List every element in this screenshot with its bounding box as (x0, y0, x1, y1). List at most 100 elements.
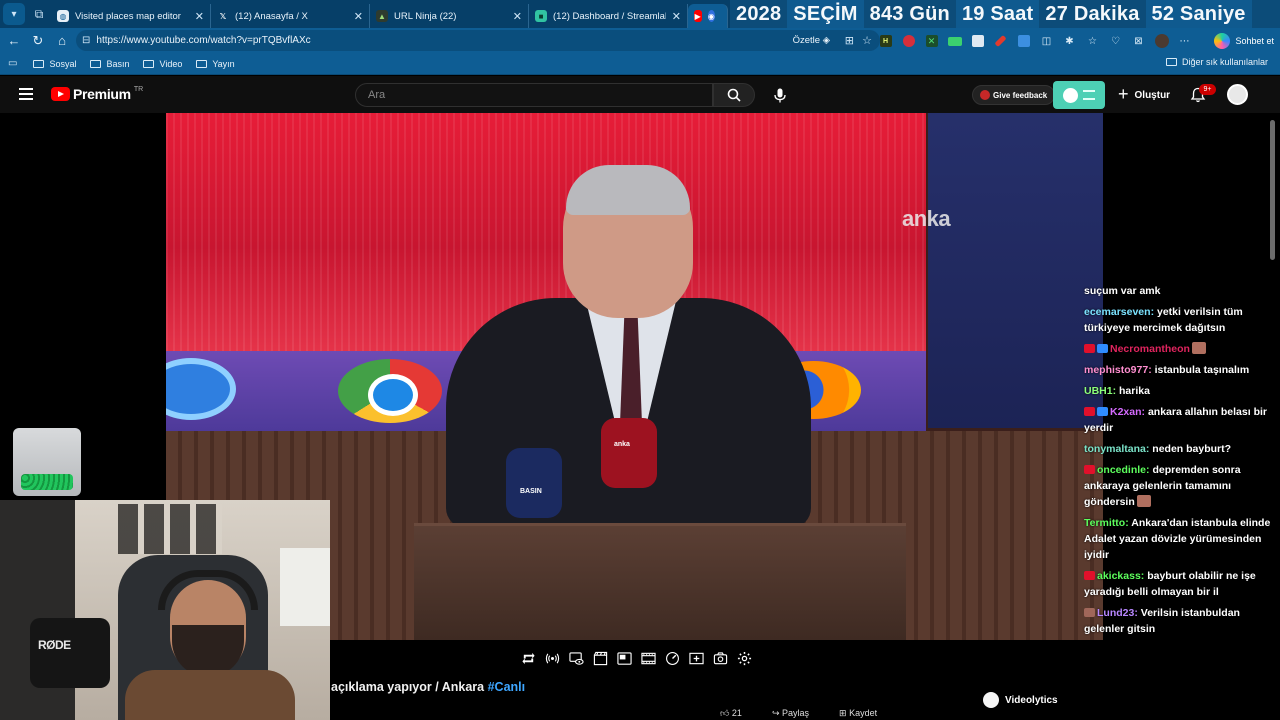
other-bookmarks[interactable]: Diğer sık kullanılanlar (1165, 57, 1268, 67)
press-microphone-red (601, 418, 657, 488)
chat-message: Termitto: Ankara'dan istanbula elinde Ad… (1084, 515, 1276, 563)
tab-streamlabs[interactable]: ■ (12) Dashboard / Streamlabs ✕ (529, 4, 688, 28)
player-extension-controls (518, 648, 754, 668)
bookmark-folder-basin[interactable]: Basın (90, 59, 129, 69)
chat-badge-icon (1084, 465, 1095, 474)
chrome-logo-icon (338, 359, 442, 423)
address-bar[interactable]: ⊟ https://www.youtube.com/watch?v=prTQBv… (76, 30, 880, 51)
youtube-logo[interactable]: Premium TR (51, 86, 143, 102)
more-menu-icon[interactable]: ⋯ (1175, 32, 1194, 51)
chat-username[interactable]: oncedinle (1097, 464, 1146, 476)
close-tab-icon[interactable]: ✕ (513, 10, 522, 23)
microphone-brand: RØDE (38, 638, 71, 652)
give-feedback-button[interactable]: Give feedback (972, 85, 1056, 105)
podium (414, 523, 906, 640)
extension-green-badge-icon[interactable] (945, 32, 964, 51)
arrow-left-icon: ← (7, 33, 21, 48)
home-button[interactable]: ⌂ (50, 29, 74, 53)
extension-screenshot-icon[interactable] (968, 32, 987, 51)
chat-message: akickass: bayburt olabilir ne işe yaradı… (1084, 568, 1276, 600)
videolytics-button[interactable]: Videolytics (983, 692, 1058, 708)
page-scrollbar[interactable] (1270, 120, 1275, 260)
search-input[interactable]: Ara (355, 83, 713, 107)
video-hashtag-link[interactable]: #Canlı (488, 680, 526, 694)
tab-list-dropdown[interactable]: ▾ (3, 3, 25, 25)
chat-username[interactable]: ecemarseven (1084, 306, 1151, 318)
account-avatar[interactable] (1227, 84, 1248, 105)
workspaces-button[interactable]: ⧉ (27, 3, 51, 25)
site-info-icon[interactable]: ⊟ (82, 35, 90, 46)
tab-x[interactable]: 𝕏 (12) Anasayfa / X ✕ (211, 4, 370, 28)
clip-button[interactable] (590, 648, 610, 668)
extension-blue-square-icon[interactable] (1014, 32, 1033, 51)
save-button[interactable]: ⊞ Kaydet (839, 708, 877, 719)
extension-toggle-button[interactable] (1053, 81, 1105, 109)
screenshot-button[interactable] (710, 648, 730, 668)
browser-essentials-icon[interactable]: ♡ (1106, 32, 1125, 51)
close-tab-icon[interactable]: ✕ (672, 10, 681, 23)
search-button[interactable] (713, 83, 755, 107)
reload-button[interactable]: ↻ (26, 29, 50, 53)
chat-username[interactable]: mephisto977 (1084, 364, 1148, 376)
bookmark-folder-sosyal[interactable]: Sosyal (33, 59, 76, 69)
profile-avatar[interactable] (1152, 32, 1171, 51)
picture-in-picture-button[interactable] (614, 648, 634, 668)
extension-red-record-icon[interactable] (899, 32, 918, 51)
chat-username[interactable]: Termitto (1084, 517, 1125, 529)
add-clip-button[interactable] (686, 648, 706, 668)
favorite-star-icon[interactable]: ☆ (862, 34, 872, 47)
collections-icon[interactable]: ⊠ (1129, 32, 1148, 51)
settings-button[interactable] (734, 648, 754, 668)
save-icon: ⊞ (839, 708, 847, 718)
voice-search-button[interactable] (771, 86, 789, 104)
chat-emote-icon (1136, 495, 1151, 507)
election-countdown-banner: 2028 SEÇİM 843 Gün 19 Saat 27 Dakika 52 … (730, 0, 1280, 28)
address-url[interactable]: https://www.youtube.com/watch?v=prTQBvfl… (96, 35, 310, 46)
chat-username[interactable]: Necromantheon (1110, 343, 1190, 355)
video-title: açıklama yapıyor / Ankara #Canlı (331, 680, 525, 694)
extension-red-pen-icon[interactable] (991, 32, 1010, 51)
chat-username[interactable]: K2xan (1110, 406, 1142, 418)
youtube-region: TR (133, 85, 144, 93)
bookmark-folder-video[interactable]: Video (143, 59, 182, 69)
chat-username[interactable]: akickass (1097, 570, 1141, 582)
bookmark-folder-yayin[interactable]: Yayın (196, 59, 235, 69)
bookmark-label: Sosyal (49, 58, 77, 69)
press-microphone-blue (506, 448, 562, 518)
reading-mode-icon[interactable]: ▭ (8, 58, 17, 69)
chat-username[interactable]: UBH1 (1084, 385, 1113, 397)
share-button[interactable]: ↪ Paylaş (772, 708, 809, 719)
tab-url-ninja[interactable]: ▲ URL Ninja (22) ✕ (370, 4, 529, 28)
playback-speed-button[interactable] (662, 648, 682, 668)
feedback-label: Give feedback (993, 90, 1048, 100)
favorites-icon[interactable]: ☆ (1083, 32, 1102, 51)
copilot-chat-button[interactable]: Sohbet et (1214, 31, 1274, 50)
chat-badge-icon (1097, 344, 1108, 353)
extension-ht-icon[interactable]: H (876, 32, 895, 51)
summarize-button[interactable]: Özetle ◈ (793, 35, 830, 46)
close-tab-icon[interactable]: ✕ (195, 10, 204, 23)
tab-youtube[interactable]: ▶ ◉ (688, 4, 728, 28)
theater-mode-button[interactable] (638, 648, 658, 668)
chat-username[interactable]: tonymaltana (1084, 443, 1146, 455)
folder-icon (1165, 58, 1177, 66)
close-tab-icon[interactable]: ✕ (354, 10, 363, 23)
broadcast-button[interactable] (542, 648, 562, 668)
chat-message: mephisto977: istanbula taşınalım (1084, 362, 1276, 378)
chat-username[interactable]: Lund23 (1097, 607, 1134, 619)
guide-menu-icon[interactable] (19, 88, 33, 100)
chat-text: harika (1119, 385, 1150, 397)
like-button[interactable]: 👍︎ 21 (720, 708, 742, 719)
split-screen-icon[interactable]: ◫ (1037, 32, 1056, 51)
extensions-icon[interactable]: ✱ (1060, 32, 1079, 51)
countdown-days: 843 Gün (869, 2, 950, 25)
tab-visited-places[interactable]: ◍ Visited places map editor ✕ (51, 4, 211, 28)
back-button[interactable]: ← (2, 29, 26, 53)
app-available-icon[interactable]: ⊞ (845, 34, 854, 47)
video-title-text: açıklama yapıyor / Ankara (331, 680, 485, 694)
gear-icon (737, 651, 751, 665)
loop-button[interactable] (518, 648, 538, 668)
watch-preview-button[interactable] (566, 648, 586, 668)
create-button[interactable]: + Oluştur (1118, 84, 1170, 105)
extension-green-x-icon[interactable]: ✕ (922, 32, 941, 51)
